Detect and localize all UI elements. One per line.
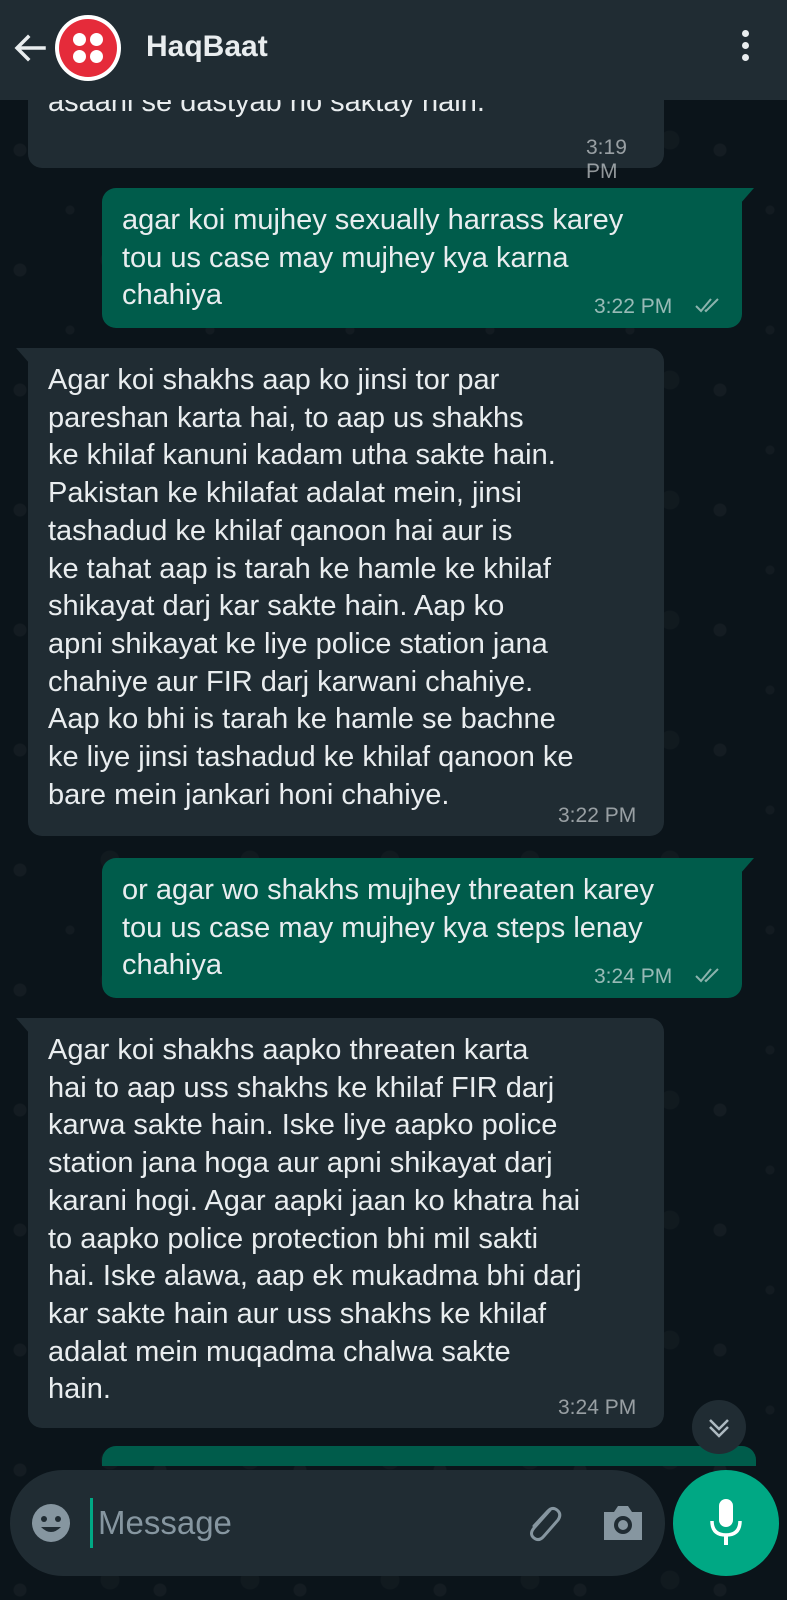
chat-title[interactable]: HaqBaat bbox=[146, 30, 268, 64]
message-time: 3:24 PM bbox=[594, 965, 673, 988]
attach-icon[interactable] bbox=[520, 1498, 568, 1548]
message-time: 3:22 PM bbox=[558, 804, 637, 827]
message-text: Agar koi shakhs aapko threaten karta hai… bbox=[48, 1034, 582, 1406]
bubble-tail bbox=[740, 858, 754, 874]
text-cursor bbox=[90, 1498, 93, 1548]
avatar[interactable] bbox=[55, 15, 121, 81]
camera-icon[interactable] bbox=[600, 1502, 646, 1544]
message-outgoing[interactable]: or agar wo shakhs mujhey threaten karey … bbox=[102, 858, 742, 998]
message-outgoing-partial bbox=[102, 1446, 756, 1466]
voice-message-button[interactable] bbox=[673, 1470, 779, 1576]
message-outgoing[interactable]: agar koi mujhey sexually harrass karey t… bbox=[102, 188, 742, 328]
message-time: 3:24 PM bbox=[558, 1396, 637, 1419]
message-time: 3:22 PM bbox=[594, 295, 673, 318]
bubble-tail bbox=[16, 1018, 30, 1034]
message-text: or agar wo shakhs mujhey threaten karey … bbox=[122, 874, 654, 982]
mic-icon bbox=[710, 1499, 742, 1545]
menu-dots-icon[interactable] bbox=[735, 30, 755, 70]
chevron-down-icon bbox=[709, 1419, 729, 1438]
scroll-to-bottom-button[interactable] bbox=[692, 1400, 746, 1454]
message-incoming[interactable]: Agar koi shakhs aapko threaten karta hai… bbox=[28, 1018, 664, 1428]
double-check-icon bbox=[695, 968, 719, 983]
bubble-tail bbox=[16, 348, 30, 364]
message-time: 3:19 PM bbox=[586, 136, 627, 183]
message-input[interactable]: Message bbox=[98, 1504, 232, 1542]
double-check-icon bbox=[695, 298, 719, 313]
message-composer[interactable]: Message bbox=[10, 1470, 665, 1576]
message-text: Agar koi shakhs aap ko jinsi tor par par… bbox=[48, 364, 574, 811]
back-arrow-icon[interactable] bbox=[10, 28, 50, 68]
bubble-tail bbox=[740, 188, 754, 204]
chat-header: HaqBaat bbox=[0, 0, 787, 100]
emoji-icon[interactable] bbox=[28, 1500, 74, 1546]
message-text: agar koi mujhey sexually harrass karey t… bbox=[122, 204, 624, 312]
message-incoming[interactable]: Agar koi shakhs aap ko jinsi tor par par… bbox=[28, 348, 664, 836]
